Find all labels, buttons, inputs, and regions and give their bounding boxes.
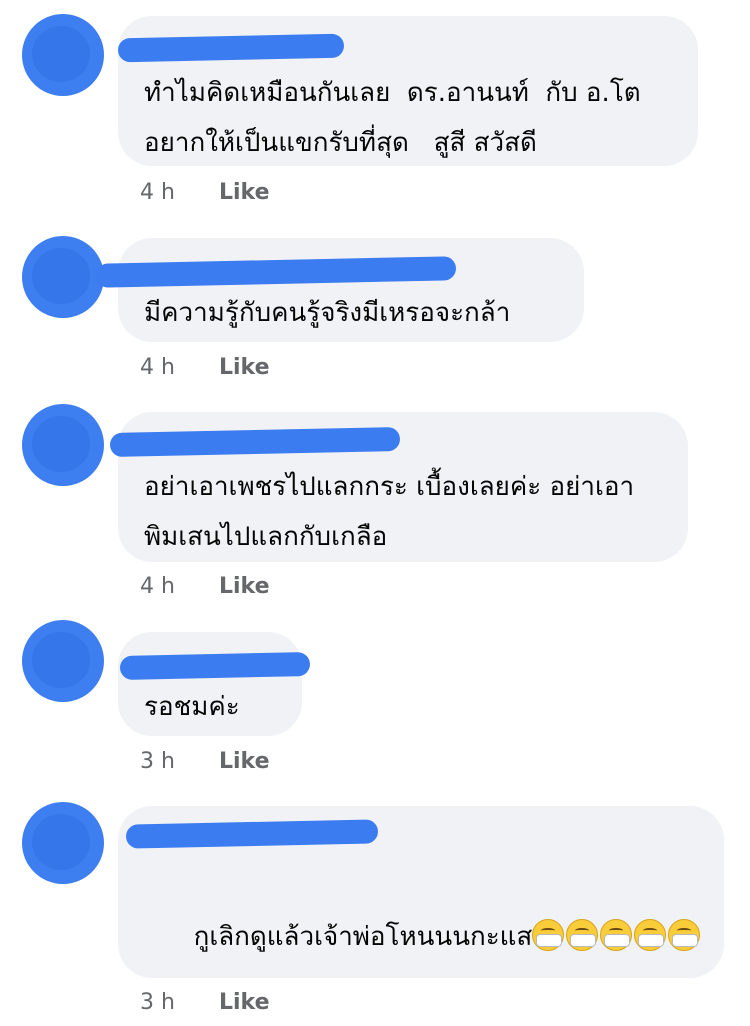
emoji-row <box>532 919 702 952</box>
avatar[interactable] <box>22 620 104 702</box>
comment-bubble: มีความรู้กับคนรู้จริงมีเหรอจะกล้า <box>95 238 584 342</box>
like-button[interactable]: Like <box>219 749 270 774</box>
comment-time[interactable]: 4 h <box>140 355 212 380</box>
comment-bubble: อย่าเอาเพชรไปแลกกระ เบื้องเลยค่ะ อย่าเอา… <box>109 412 688 562</box>
face-with-medical-mask-emoji <box>634 919 667 951</box>
like-button[interactable]: Like <box>219 355 270 380</box>
like-button[interactable]: Like <box>219 574 270 599</box>
avatar[interactable] <box>22 802 104 884</box>
comment-meta: 3 h Like <box>140 990 270 1015</box>
face-with-medical-mask-emoji <box>566 919 599 951</box>
comment-time[interactable]: 3 h <box>140 749 212 774</box>
comment-text-body: กูเลิกดูแล้วเจ้าพ่อโหนนนกะแส <box>193 922 533 952</box>
redacted-author-name[interactable] <box>95 256 457 288</box>
comment-time[interactable]: 4 h <box>140 574 212 599</box>
redacted-author-name[interactable] <box>109 426 401 458</box>
comment-meta: 3 h Like <box>140 749 270 774</box>
comment-text: มีความรู้กับคนรู้จริงมีเหรอจะกล้า <box>144 298 511 328</box>
comment-meta: 4 h Like <box>140 180 270 205</box>
comment-bubble: ทำไมคิดเหมือนกันเลย ดร.อานนท์ กับ อ.โต อ… <box>117 16 698 166</box>
face-with-medical-mask-emoji <box>600 919 633 951</box>
comment-meta: 4 h Like <box>140 574 270 599</box>
avatar[interactable] <box>22 236 104 318</box>
comment-bubble: กูเลิกดูแล้วเจ้าพ่อโหนนนกะแส <box>118 806 724 978</box>
like-button[interactable]: Like <box>219 180 270 205</box>
comment-time[interactable]: 4 h <box>140 180 212 205</box>
redacted-author-name[interactable] <box>125 819 379 849</box>
comment-time[interactable]: 3 h <box>140 990 212 1015</box>
comment-bubble: รอชมค่ะ <box>118 632 311 736</box>
avatar[interactable] <box>22 404 104 486</box>
comment-text: รอชมค่ะ <box>144 692 240 722</box>
comment-meta: 4 h Like <box>140 355 270 380</box>
redacted-author-name[interactable] <box>119 652 311 680</box>
face-with-medical-mask-emoji <box>532 919 565 951</box>
like-button[interactable]: Like <box>219 990 270 1015</box>
avatar[interactable] <box>22 14 104 96</box>
comment-text: อย่าเอาเพชรไปแลกกระ เบื้องเลยค่ะ อย่าเอา… <box>144 472 635 552</box>
face-with-medical-mask-emoji <box>668 919 701 951</box>
redacted-author-name[interactable] <box>117 33 345 63</box>
comment-text: ทำไมคิดเหมือนกันเลย ดร.อานนท์ กับ อ.โต อ… <box>144 78 658 158</box>
